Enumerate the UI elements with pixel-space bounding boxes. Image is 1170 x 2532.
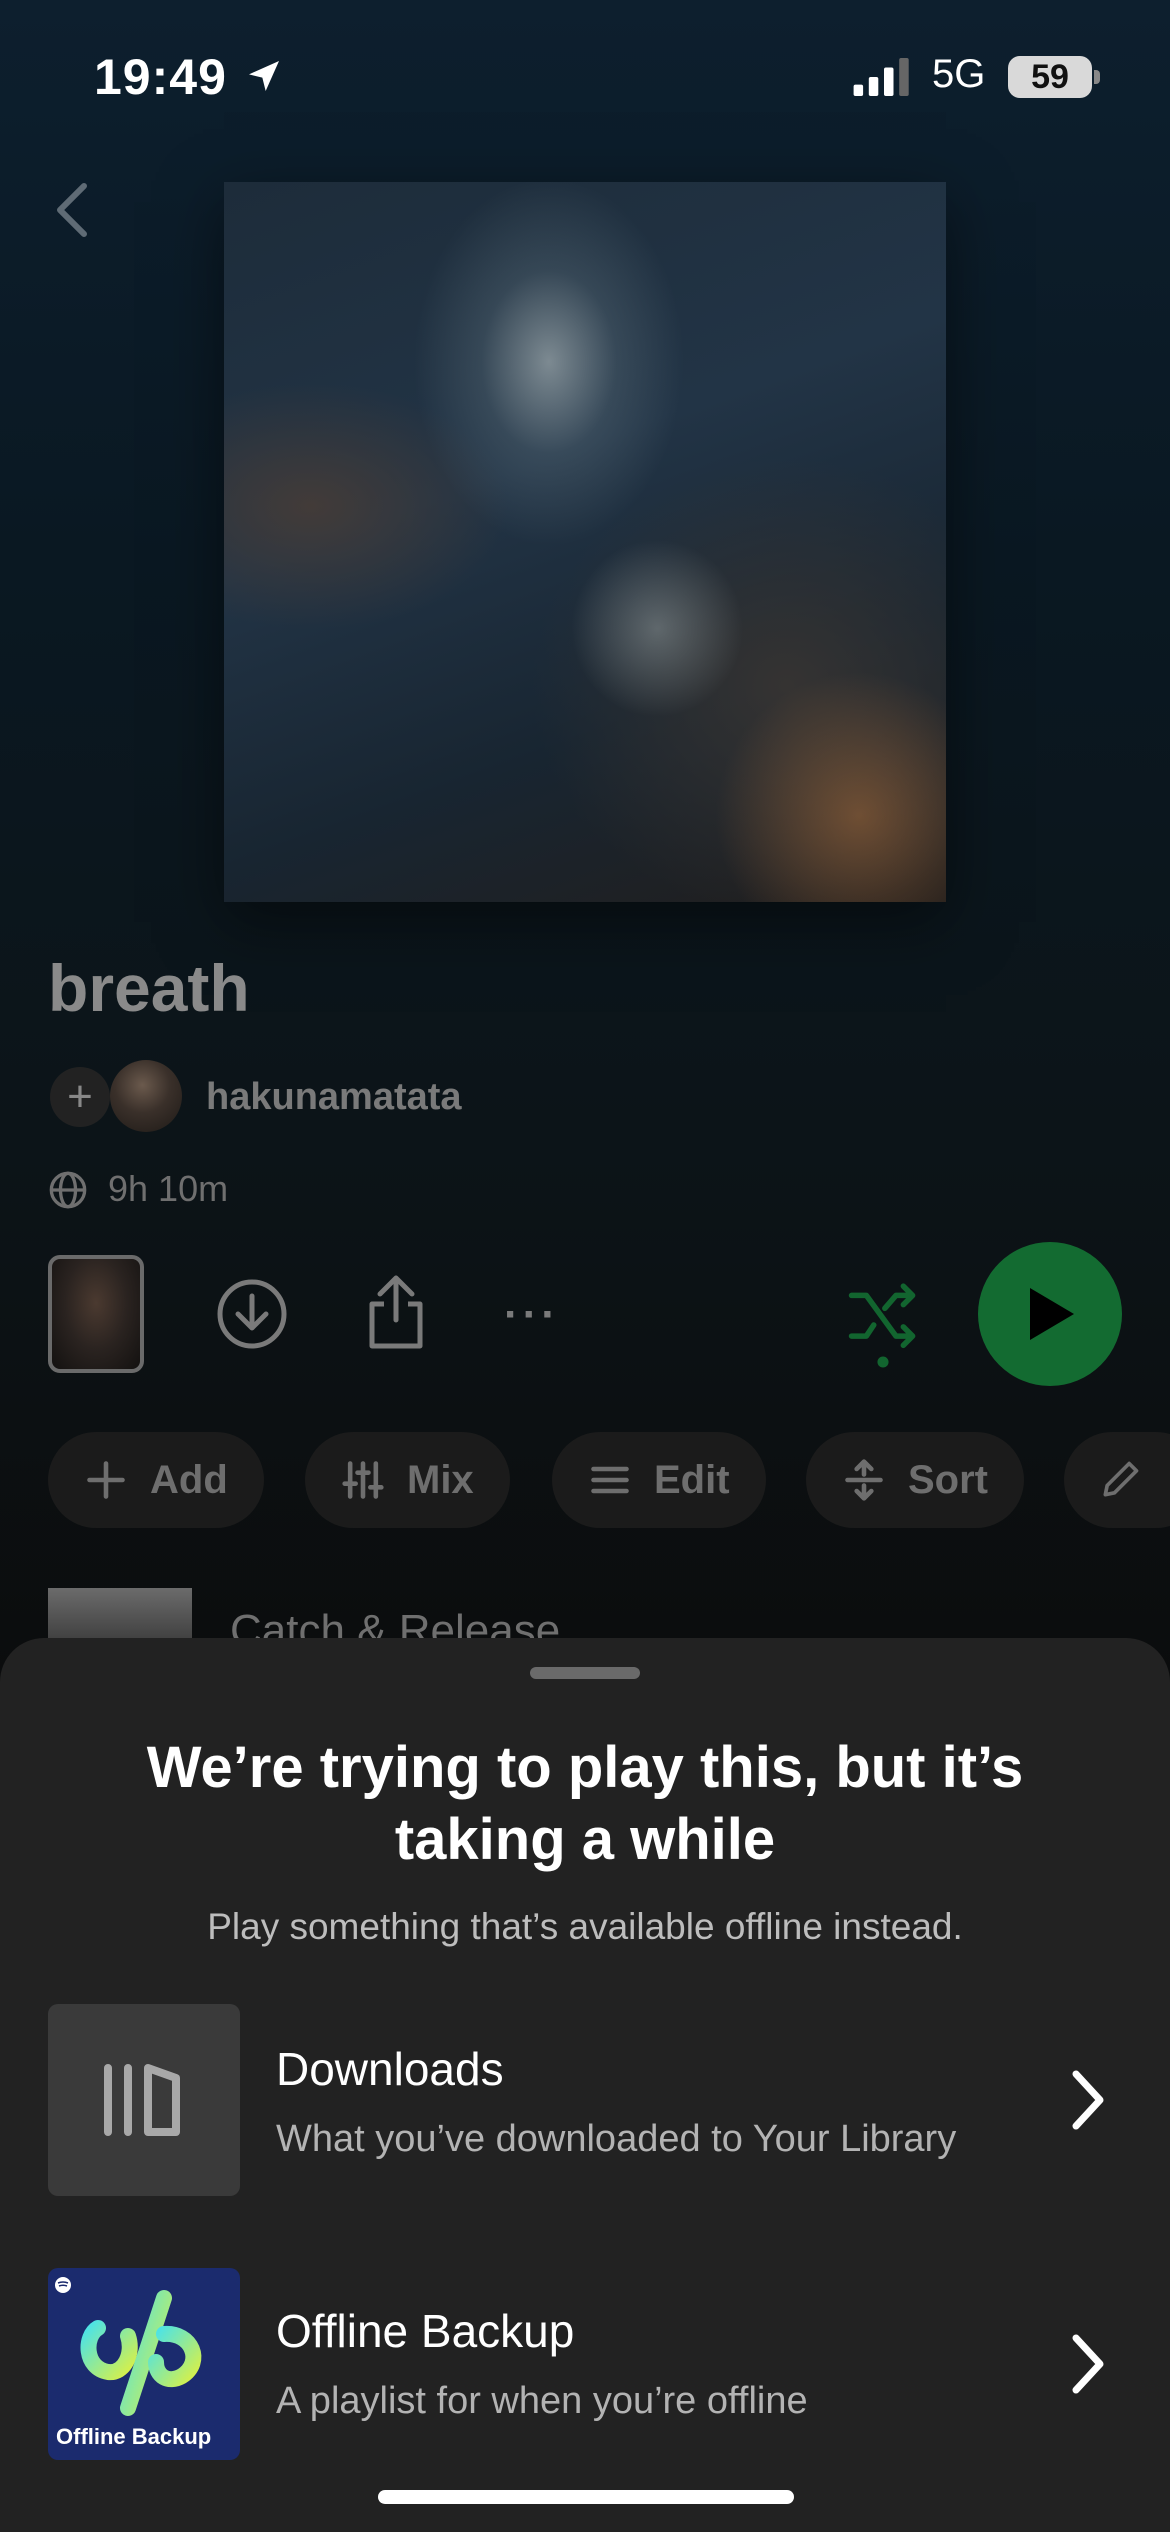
battery-indicator: 59 (1008, 56, 1092, 98)
mix-chip-label: Mix (407, 1457, 474, 1502)
pencil-icon (1103, 1461, 1139, 1497)
downloads-option[interactable]: Downloads What you’ve downloaded to Your… (0, 2002, 1170, 2202)
playlist-cover-image (224, 182, 946, 902)
chevron-right-icon (1072, 2334, 1104, 2394)
add-collaborator-button[interactable]: + (50, 1067, 110, 1127)
play-button[interactable] (978, 1242, 1122, 1386)
location-arrow-icon (249, 61, 279, 91)
network-type: 5G (932, 52, 986, 96)
sort-icon (845, 1459, 883, 1501)
globe-icon (49, 1171, 87, 1209)
downloads-library-icon (104, 2064, 180, 2136)
play-icon (1030, 1288, 1074, 1340)
plus-icon: + (67, 1072, 93, 1121)
sort-chip-label: Sort (908, 1457, 988, 1502)
plus-icon (87, 1461, 125, 1499)
edit-chip-label: Edit (654, 1457, 730, 1502)
playlist-duration: 9h 10m (108, 1168, 229, 1209)
offline-backup-option[interactable]: Offline Backup Offline Backup A playlist… (0, 2266, 1170, 2466)
cellular-signal-icon (853, 58, 909, 96)
offline-backup-title: Offline Backup (276, 2305, 575, 2357)
sheet-subtitle: Play something that’s available offline … (207, 1906, 963, 1947)
status-bar: 19:49 5G 59 (0, 0, 1170, 150)
preview-cover-button[interactable] (48, 1255, 144, 1373)
downloads-thumbnail (48, 2004, 240, 2196)
sheet-title: We’re trying to play this, but it’s taki… (146, 1735, 1024, 1872)
downloads-title: Downloads (276, 2043, 504, 2095)
add-chip[interactable]: Add (48, 1432, 264, 1528)
download-icon[interactable] (216, 1278, 288, 1350)
sort-chip[interactable]: Sort (806, 1432, 1024, 1528)
home-indicator[interactable] (378, 2490, 794, 2504)
back-chevron-icon[interactable] (52, 180, 92, 240)
offline-backup-cover-label: Offline Backup (56, 2424, 212, 2449)
sliders-icon (342, 1461, 384, 1499)
add-chip-label: Add (150, 1457, 228, 1502)
offline-backup-cover: Offline Backup (48, 2268, 240, 2460)
sheet-grabber[interactable] (530, 1667, 640, 1679)
playlist-title: breath (48, 951, 250, 1025)
more-options-icon[interactable]: ··· (504, 1290, 568, 1339)
edit-chip[interactable]: Edit (552, 1432, 766, 1528)
share-icon[interactable] (364, 1272, 428, 1352)
lines-icon (591, 1466, 629, 1494)
mix-chip[interactable]: Mix (305, 1432, 510, 1528)
owner-avatar[interactable] (110, 1060, 182, 1132)
battery-tip (1094, 70, 1100, 84)
shuffle-icon[interactable] (846, 1280, 920, 1370)
chevron-right-icon (1072, 2070, 1104, 2130)
offline-backup-subtitle: A playlist for when you’re offline (276, 2380, 808, 2422)
offline-backup-logo-icon (80, 2290, 202, 2416)
owner-name[interactable]: hakunamatata (206, 1076, 462, 1119)
status-time: 19:49 (94, 49, 227, 105)
downloads-subtitle: What you’ve downloaded to Your Library (276, 2118, 957, 2160)
edit-details-chip[interactable] (1064, 1432, 1170, 1528)
